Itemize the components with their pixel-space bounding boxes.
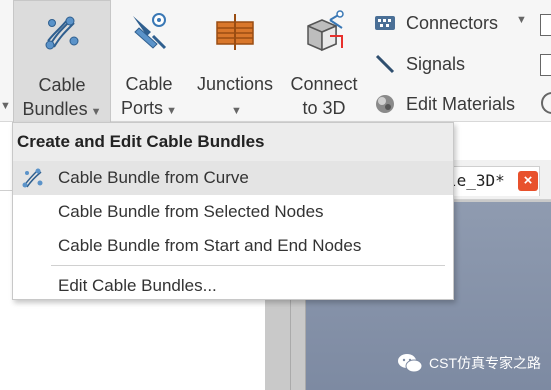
menu-item-cable-bundle-from-selected-nodes[interactable]: Cable Bundle from Selected Nodes bbox=[13, 195, 453, 229]
signals-button[interactable]: Signals bbox=[372, 48, 465, 80]
junctions-label-line1: Junctions bbox=[196, 74, 274, 94]
chevron-down-icon[interactable]: ▼ bbox=[516, 14, 527, 26]
menu-item-label: Cable Bundle from Curve bbox=[58, 168, 249, 187]
connectors-label: Connectors bbox=[406, 12, 499, 33]
chevron-down-icon: ▼ bbox=[90, 106, 102, 118]
cable-bundles-dropdown-menu: Create and Edit Cable Bundles Cable Bund… bbox=[12, 122, 454, 300]
menu-item-label: Cable Bundle from Selected Nodes bbox=[58, 202, 324, 221]
ribbon-edge-button-top[interactable] bbox=[540, 14, 551, 36]
dropdown-header: Create and Edit Cable Bundles bbox=[13, 123, 453, 161]
chevron-down-icon: ▼ bbox=[231, 105, 242, 117]
ribbon-edge-button-middle[interactable] bbox=[540, 54, 551, 76]
cable-ports-icon bbox=[133, 13, 167, 50]
junctions-button[interactable]: Junctions ▼ bbox=[190, 0, 280, 122]
cable-ports-label-line2: Ports bbox=[121, 98, 164, 118]
menu-separator bbox=[51, 265, 445, 266]
cable-ports-label-line1: Cable bbox=[125, 74, 173, 94]
ribbon-edge-button-bottom[interactable] bbox=[541, 92, 551, 114]
document-tab-title: le_3D* bbox=[447, 171, 505, 190]
edit-materials-icon bbox=[372, 91, 398, 117]
watermark: CST仿真专家之路 bbox=[397, 352, 541, 374]
cable-bundles-icon bbox=[45, 16, 79, 50]
menu-item-label: Cable Bundle from Start and End Nodes bbox=[58, 236, 362, 255]
watermark-text: CST仿真专家之路 bbox=[429, 355, 541, 371]
signals-label: Signals bbox=[406, 53, 466, 74]
signals-icon bbox=[372, 51, 398, 77]
cable-bundles-label-line2: Bundles bbox=[22, 99, 88, 119]
cable-ports-button[interactable]: Cable Ports ▼ bbox=[116, 0, 182, 122]
connect-to-3d-label-line1: Connect bbox=[290, 74, 358, 94]
menu-item-edit-cable-bundles[interactable]: Edit Cable Bundles... bbox=[13, 269, 453, 303]
cable-bundle-icon bbox=[22, 168, 43, 188]
edit-materials-button[interactable]: Edit Materials bbox=[372, 88, 515, 120]
connect-to-3d-button[interactable]: Connect to 3D bbox=[284, 0, 364, 122]
menu-item-label: Edit Cable Bundles... bbox=[58, 276, 217, 295]
navigation-tree-area bbox=[0, 300, 265, 390]
menu-item-cable-bundle-from-start-and-end-nodes[interactable]: Cable Bundle from Start and End Nodes bbox=[13, 229, 453, 263]
ribbon-scroll-caret[interactable]: ▼ bbox=[0, 100, 11, 112]
connect-to-3d-label-line2: to 3D bbox=[302, 98, 346, 118]
edit-materials-label: Edit Materials bbox=[406, 93, 516, 114]
connectors-icon bbox=[372, 10, 398, 36]
connectors-button[interactable]: Connectors bbox=[372, 7, 498, 39]
menu-item-cable-bundle-from-curve[interactable]: Cable Bundle from Curve bbox=[13, 161, 453, 195]
junctions-icon bbox=[216, 14, 254, 50]
cable-bundles-label-line1: Cable bbox=[38, 75, 86, 95]
chevron-down-icon: ▼ bbox=[166, 105, 177, 117]
ribbon-toolbar: ▼ Cable Bundles ▼ Cable Ports ▼ Junction… bbox=[0, 0, 551, 122]
cable-bundles-button[interactable]: Cable Bundles ▼ bbox=[13, 0, 111, 122]
close-icon[interactable]: × bbox=[518, 171, 538, 191]
connect-to-3d-icon bbox=[307, 10, 344, 52]
wechat-icon bbox=[398, 354, 423, 373]
